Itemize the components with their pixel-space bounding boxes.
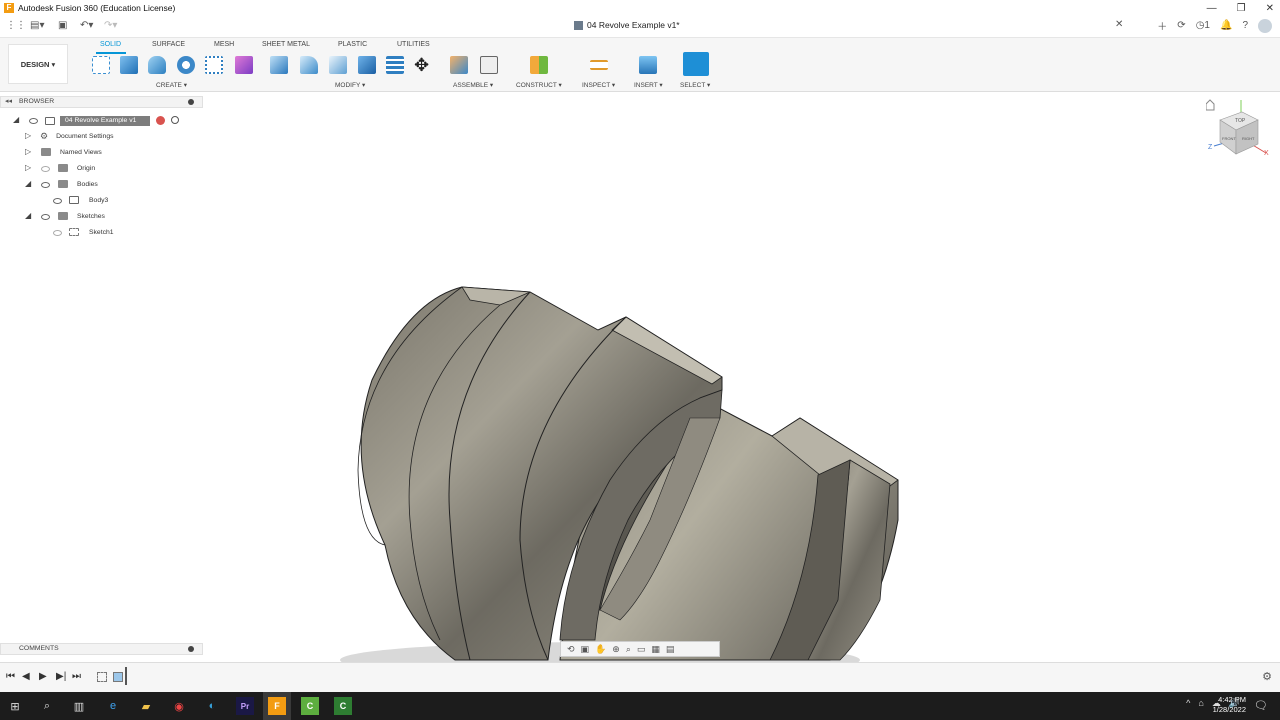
expand-origin-icon[interactable]: ▷ [25,163,31,172]
folder-icon [58,212,68,220]
tree-item-named-views[interactable]: Named Views [60,145,102,159]
visibility-bodies-icon[interactable] [41,182,50,188]
comments-panel[interactable]: COMMENTS [0,643,203,655]
expand-named-views-icon[interactable]: ▷ [25,147,31,156]
tree-item-document-settings[interactable]: ⚙ Document Settings [40,129,114,143]
tree-item-body3[interactable]: Body3 [89,193,108,207]
go-to-end-icon[interactable]: ⏭ [72,671,81,682]
zoom-icon[interactable]: ⊕ [612,644,620,655]
step-forward-icon[interactable]: ▶| [56,671,66,682]
browser-title: BROWSER [19,98,55,105]
timeline-settings-icon[interactable]: ⚙ [1262,670,1272,683]
task-view-icon[interactable]: ▥ [70,697,88,715]
expand-document-settings-icon[interactable]: ▷ [25,131,31,140]
look-at-icon[interactable]: ▣ [581,644,590,655]
tree-item-label: Document Settings [56,132,114,140]
sketch-icon [69,228,79,236]
browser-root-label[interactable]: 04 Revolve Example v1 [60,116,150,126]
windows-start-icon[interactable]: ⊞ [6,697,24,715]
folder-icon [58,164,68,172]
play-icon[interactable]: ▶ [39,671,47,682]
pan-icon[interactable]: ✋ [595,644,606,655]
viewport-canvas[interactable] [0,0,1280,720]
fusion-app: F Autodesk Fusion 360 (Education License… [0,0,1280,720]
taskbar-clock[interactable]: 4:42 PM 1/28/2022 [1213,695,1246,715]
grid-icon[interactable]: ▦ [651,644,660,655]
collapse-bodies-icon[interactable]: ◢ [25,179,31,188]
comments-pin-icon[interactable] [188,646,194,652]
chrome-icon[interactable]: ◉ [170,697,188,715]
activate-component-icon[interactable] [171,116,179,124]
body-icon [69,196,79,204]
navigation-bar: ⟲ ▣ ✋ ⊕ ⌕ ▭ ▦ ▤ [560,641,720,657]
tree-item-bodies[interactable]: Bodies [77,177,98,191]
go-to-start-icon[interactable]: ⏮ [6,671,15,682]
timeline-sketch-icon[interactable] [97,672,107,682]
file-explorer-icon[interactable]: ▰ [137,697,155,715]
viewcube[interactable]: TOP FRONT RIGHT Z X [1206,98,1276,168]
x-axis-label: X [1264,150,1269,157]
comments-title: COMMENTS [19,645,59,652]
edge-chromium-icon[interactable]: ◐ [203,697,221,715]
visibility-body3-icon[interactable] [53,198,62,204]
home-icon[interactable] [1206,99,1215,111]
expand-root-icon[interactable]: ◢ [13,115,19,124]
visibility-root-icon[interactable] [29,118,38,124]
tray-overflow-icon[interactable]: ^ [1186,698,1190,709]
timeline: ⏮ ◀ ▶ ▶| ⏭ ⚙ [0,662,1280,692]
viewcube-top-label: TOP [1235,118,1246,124]
component-icon [45,117,55,125]
tree-item-sketches[interactable]: Sketches [77,209,105,223]
viewports-icon[interactable]: ▤ [666,644,675,655]
folder-icon [41,148,51,156]
network-icon[interactable]: ⌂ [1198,698,1203,709]
visibility-sketches-icon[interactable] [41,214,50,220]
premiere-icon[interactable]: Pr [236,697,254,715]
step-back-icon[interactable]: ◀ [22,671,30,682]
viewcube-right-label: RIGHT [1242,136,1255,141]
camtasia-recorder-icon[interactable]: C [334,697,352,715]
viewcube-front-label: FRONT [1222,136,1236,141]
notification-center-icon[interactable]: 🗨 [1254,699,1268,712]
tree-item-origin[interactable]: Origin [77,161,95,175]
collapse-sketches-icon[interactable]: ◢ [25,211,31,220]
browser-header[interactable]: ◂◂ BROWSER [0,96,203,108]
tree-item-sketch1[interactable]: Sketch1 [89,225,114,239]
folder-icon [58,180,68,188]
warning-badge-icon[interactable] [156,116,165,125]
browser-pin-icon[interactable] [188,99,194,105]
clock-date: 1/28/2022 [1212,705,1246,714]
timeline-marker[interactable] [125,667,127,685]
fusion-taskbar-icon[interactable]: F [268,697,286,715]
visibility-origin-icon[interactable] [41,166,50,172]
camtasia-icon[interactable]: C [301,697,319,715]
collapse-browser-icon[interactable]: ◂◂ [5,97,12,105]
timeline-revolve-icon[interactable] [113,672,123,682]
z-axis-label: Z [1208,144,1213,151]
visibility-sketch1-icon[interactable] [53,230,62,236]
display-settings-icon[interactable]: ▭ [637,644,646,655]
orbit-icon[interactable]: ⟲ [567,644,575,655]
clock-time: 4:42 PM [1218,695,1246,704]
fit-icon[interactable]: ⌕ [626,644,631,655]
gear-icon: ⚙ [40,130,49,141]
edge-icon[interactable]: e [104,697,122,715]
search-icon[interactable]: ⌕ [38,697,56,715]
windows-taskbar: ⊞ ⌕ ▥ e ▰ ◉ ◐ Pr F C C ^ ⌂ ☁ 🔊 4:42 PM 1… [0,692,1280,720]
